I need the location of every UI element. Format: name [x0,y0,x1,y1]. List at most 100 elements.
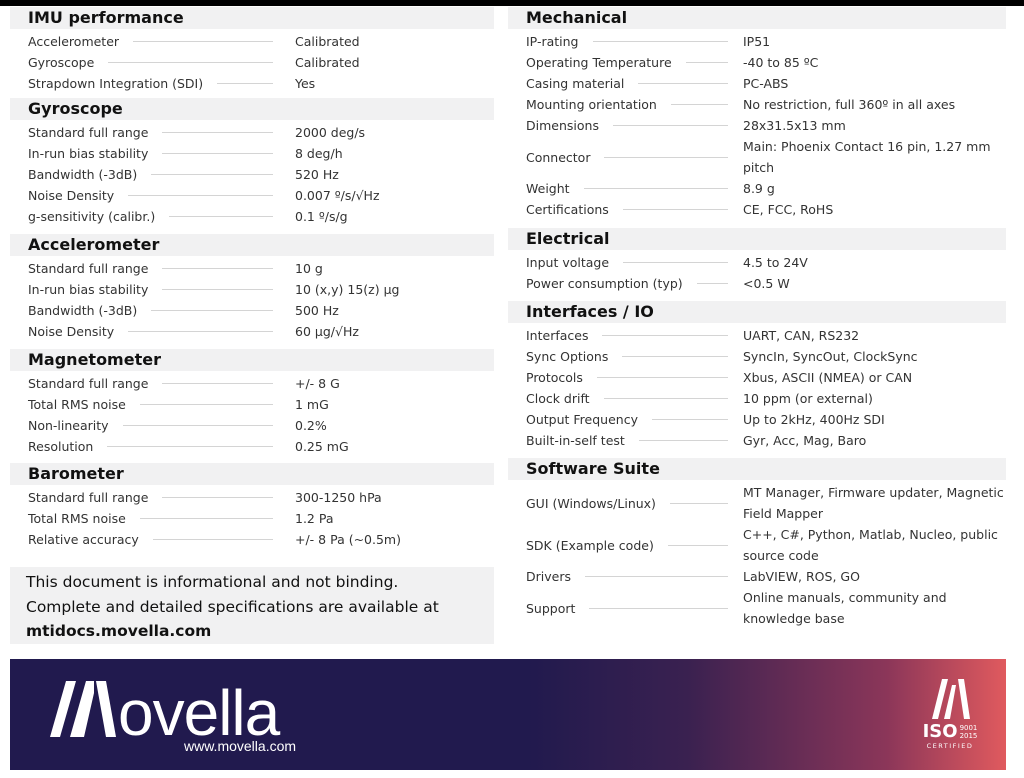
spec-label: Resolution [28,439,94,454]
spec-label-cell: Clock drift [526,388,728,409]
website-url[interactable]: www.movella.com [184,738,296,754]
iso-certification-badge: ISO 9001 2015 CERTIFIED [915,679,985,750]
spec-row: Output Frequency Up to 2kHz, 400Hz SDI [508,409,1006,430]
spec-value: CE, FCC, RoHS [743,202,834,217]
spec-value: 0.007 º/s/√Hz [295,188,380,203]
spec-label-cell: Standard full range [28,373,273,394]
leader-line [139,404,273,405]
top-bar [0,0,1024,6]
spec-label: Weight [526,181,570,196]
spec-value: -40 to 85 ºC [743,55,819,70]
spec-label: Clock drift [526,391,590,406]
spec-row: Connector Main: Phoenix Contact 16 pin, 1… [508,136,1006,178]
spec-label-cell: Connector [526,136,728,178]
spec-row: Standard full range +/- 8 G [10,373,494,394]
leader-line [133,41,273,42]
spec-value: No restriction, full 360º in all axes [743,97,956,112]
spec-value: 0.25 mG [295,439,349,454]
spec-value: UART, CAN, RS232 [743,328,860,343]
spec-label-cell: Noise Density [28,185,273,206]
spec-label: Strapdown Integration (SDI) [28,76,204,91]
spec-label-cell: Standard full range [28,487,273,508]
leader-line [107,446,273,447]
leader-line [604,156,728,158]
spec-label: g-sensitivity (calibr.) [28,209,156,224]
spec-value: 10 g [295,261,323,276]
spec-label: SDK (Example code) [526,537,654,553]
leader-line [139,518,273,519]
leader-line [162,497,273,498]
spec-row: Non-linearity 0.2% [10,415,494,436]
iso-label: ISO [922,721,958,742]
spec-label: Accelerometer [28,34,120,49]
spec-label-cell: g-sensitivity (calibr.) [28,206,273,227]
leader-line [162,268,273,269]
spec-value: 0.2% [295,418,327,433]
spec-section: Mechanical IP-rating IP51 Operating Tempera… [508,7,1006,220]
section-title: Barometer [10,463,494,485]
leader-line [670,104,728,105]
spec-label-cell: Operating Temperature [526,52,728,73]
spec-label-cell: In-run bias stability [28,143,273,164]
spec-value: Yes [295,76,316,91]
spec-row: Bandwidth (-3dB) 520 Hz [10,164,494,185]
spec-row: Protocols Xbus, ASCII (NMEA) or CAN [508,367,1006,388]
leader-line [151,174,273,175]
spec-label-cell: Output Frequency [526,409,728,430]
leader-line [596,377,728,378]
spec-row: Bandwidth (-3dB) 500 Hz [10,300,494,321]
spec-value: Xbus, ASCII (NMEA) or CAN [743,370,913,385]
spec-label-cell: Strapdown Integration (SDI) [28,73,273,94]
spec-label-cell: IP-rating [526,31,728,52]
spec-label: Total RMS noise [28,511,126,526]
certified-label: CERTIFIED [926,742,974,750]
section-title: Electrical [508,228,1006,250]
spec-section: Software Suite GUI (Windows/Linux) MT Mana… [508,458,1006,629]
iso-year: 2015 [959,731,978,740]
spec-label: Built-in-self test [526,433,625,448]
spec-row: Standard full range 300-1250 hPa [10,487,494,508]
spec-section: Barometer Standard full range 300-1250 hPa… [10,463,494,550]
section-title: Magnetometer [10,349,494,371]
spec-value: Main: Phoenix Contact 16 pin, 1.27 mm pi… [743,139,991,175]
spec-value: SyncIn, SyncOut, ClockSync [743,349,918,364]
spec-label-cell: Non-linearity [28,415,273,436]
spec-value: 4.5 to 24V [743,255,808,270]
spec-label-cell: Accelerometer [28,31,273,52]
spec-label: Drivers [526,569,571,584]
section-title: Accelerometer [10,234,494,256]
docs-link[interactable]: mtidocs.movella.com [26,622,211,640]
leader-line [696,283,728,284]
spec-value: PC-ABS [743,76,789,91]
spec-label: IP-rating [526,34,579,49]
spec-value: 0.1 º/s/g [295,209,348,224]
spec-value: 28x31.5x13 mm [743,118,846,133]
leader-line [638,83,728,84]
spec-row: Operating Temperature -40 to 85 ºC [508,52,1006,73]
spec-label-cell: Relative accuracy [28,529,273,550]
spec-label-cell: Certifications [526,199,728,220]
spec-row: Drivers LabVIEW, ROS, GO [508,566,1006,587]
spec-row: Accelerometer Calibrated [10,31,494,52]
leader-line [122,425,273,426]
spec-row: Gyroscope Calibrated [10,52,494,73]
spec-row: Casing material PC-ABS [508,73,1006,94]
leader-line [128,331,273,332]
disclaimer-line-2: Complete and detailed specifications are… [26,597,439,616]
spec-row: Resolution 0.25 mG [10,436,494,457]
spec-row: Clock drift 10 ppm (or external) [508,388,1006,409]
spec-value: <0.5 W [743,276,790,291]
spec-row: Input voltage 4.5 to 24V [508,252,1006,273]
spec-row: Total RMS noise 1.2 Pa [10,508,494,529]
spec-section: Interfaces / IO Interfaces UART, CAN, RS23… [508,301,1006,451]
footer-banner: ovella www.movella.com ISO 9001 2015 CERT… [10,659,1006,770]
spec-label-cell: Standard full range [28,122,273,143]
spec-value: MT Manager, Firmware updater, Magnetic F… [743,485,1004,521]
spec-row: In-run bias stability 8 deg/h [10,143,494,164]
spec-label-cell: Total RMS noise [28,394,273,415]
spec-label-cell: Resolution [28,436,273,457]
spec-row: Strapdown Integration (SDI) Yes [10,73,494,94]
spec-value: Up to 2kHz, 400Hz SDI [743,412,885,427]
iso-standard: 9001 [959,723,978,732]
spec-value: +/- 8 Pa (~0.5m) [295,532,401,547]
